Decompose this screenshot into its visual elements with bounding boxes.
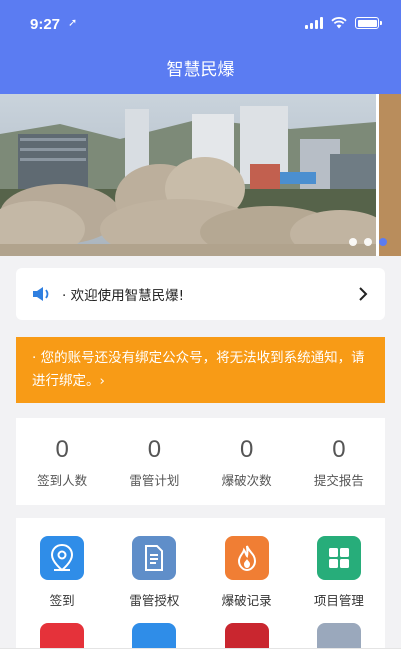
- app-detonator-auth[interactable]: 雷管授权: [108, 518, 200, 609]
- app-label: 爆破记录: [221, 593, 272, 608]
- speaker-icon: [33, 287, 49, 301]
- stat-checkin-count: 0 签到人数: [16, 418, 108, 505]
- grid-icon[interactable]: [316, 536, 361, 580]
- flame-icon[interactable]: [224, 536, 269, 580]
- status-time: 9:27: [30, 16, 61, 33]
- app-project-management[interactable]: 项目管理: [293, 518, 385, 609]
- page-title: 智慧民爆: [166, 60, 235, 80]
- carousel-dot-active[interactable]: [379, 238, 387, 246]
- bottom-tab-bar[interactable]: [0, 648, 401, 660]
- stat-blast-count: 0 爆破次数: [201, 418, 293, 505]
- app-grid: 签到 雷管授权 爆破记录 项目管理: [16, 518, 385, 660]
- stat-report-count: 0 提交报告: [293, 418, 385, 505]
- banner-image: [0, 94, 401, 256]
- stat-label: 提交报告: [313, 473, 364, 488]
- status-icons: [305, 17, 382, 29]
- chevron-right-icon[interactable]: [357, 287, 369, 301]
- cellular-signal-icon: [305, 17, 323, 29]
- document-icon[interactable]: [132, 536, 177, 580]
- location-arrow-icon: ➚: [68, 16, 78, 29]
- stat-value: 0: [239, 436, 254, 463]
- notice-bar[interactable]: · 欢迎使用智慧民爆!: [16, 268, 385, 320]
- app-label: 签到: [49, 593, 75, 608]
- notice-text: · 欢迎使用智慧民爆!: [62, 288, 184, 304]
- stats-panel: 0 签到人数 0 雷管计划 0 爆破次数 0 提交报告: [16, 418, 385, 505]
- stat-label: 雷管计划: [129, 473, 180, 488]
- status-bar: 9:27 ➚: [0, 0, 401, 46]
- stat-value: 0: [332, 436, 346, 463]
- warning-text: · 您的账号还没有绑定公众号，将无法收到系统通知，请进行绑定。›: [32, 350, 365, 389]
- carousel-dots[interactable]: [349, 238, 387, 246]
- app-label: 项目管理: [313, 593, 364, 608]
- stat-label: 爆破次数: [221, 473, 272, 488]
- location-pin-icon[interactable]: [40, 536, 85, 580]
- carousel-dot[interactable]: [364, 238, 372, 246]
- stat-detonator-plan: 0 雷管计划: [108, 418, 200, 505]
- app-blast-records[interactable]: 爆破记录: [201, 518, 293, 609]
- app-checkin[interactable]: 签到: [16, 518, 108, 609]
- stat-label: 签到人数: [37, 473, 88, 488]
- stat-value: 0: [147, 436, 162, 463]
- nav-bar: 智慧民爆: [0, 46, 401, 94]
- stat-value: 0: [55, 436, 69, 463]
- app-label: 雷管授权: [129, 593, 180, 608]
- battery-icon: [355, 17, 382, 29]
- carousel-dot[interactable]: [349, 238, 357, 246]
- banner-carousel[interactable]: [0, 94, 401, 256]
- wifi-icon: [331, 17, 347, 29]
- bind-account-warning[interactable]: · 您的账号还没有绑定公众号，将无法收到系统通知，请进行绑定。›: [16, 337, 385, 403]
